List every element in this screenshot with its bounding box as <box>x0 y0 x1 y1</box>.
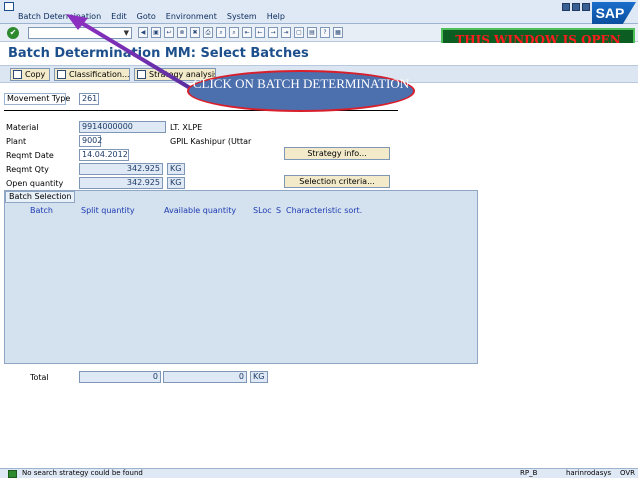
menu-environment[interactable]: Environment <box>166 12 217 21</box>
open-qty-label: Open quantity <box>6 179 64 188</box>
layout-icon[interactable]: ▦ <box>333 27 343 38</box>
minimize-icon[interactable] <box>562 3 570 11</box>
menu-help[interactable]: Help <box>267 12 285 21</box>
title-bar: Batch Determination MM: Select Batches <box>0 43 638 65</box>
movement-type-label: Movement Type <box>4 93 70 105</box>
copy-button[interactable]: Copy <box>10 68 50 81</box>
col-sloc[interactable]: SLoc <box>253 206 272 215</box>
plant-field[interactable]: 9002 <box>79 135 102 147</box>
command-field[interactable]: ▼ <box>28 27 132 39</box>
copy-icon <box>13 70 22 79</box>
open-qty-unit: KG <box>167 177 185 189</box>
menu-bar: Batch Determination Edit Goto Environmen… <box>0 0 638 24</box>
chevron-down-icon: ▼ <box>123 29 129 37</box>
material-label: Material <box>6 123 39 132</box>
sap-logo: SAP <box>592 2 636 24</box>
total-label: Total <box>30 373 49 382</box>
status-user: harinrodasys <box>566 469 612 477</box>
new-session-icon[interactable]: ▢ <box>294 27 304 38</box>
reqmt-qty-label: Reqmt Qty <box>6 165 49 174</box>
help-icon[interactable]: ? <box>320 27 330 38</box>
material-field[interactable]: 9914000000 <box>79 121 166 133</box>
status-system: RP_B <box>520 469 538 477</box>
enter-icon[interactable]: ✔ <box>7 27 19 39</box>
close-icon[interactable] <box>582 3 590 11</box>
window-controls <box>562 3 590 11</box>
find-next-icon[interactable]: ⌕ <box>229 27 239 38</box>
next-page-icon[interactable]: → <box>268 27 278 38</box>
col-available-quantity[interactable]: Available quantity <box>164 206 236 215</box>
print-icon[interactable]: ⎙ <box>203 27 213 38</box>
last-page-icon[interactable]: ⇥ <box>281 27 291 38</box>
classification-icon <box>57 70 66 79</box>
plant-label: Plant <box>6 137 27 146</box>
col-batch[interactable]: Batch <box>30 206 53 215</box>
strategy-info-button[interactable]: Strategy info... <box>284 147 390 160</box>
strategy-icon <box>137 70 146 79</box>
back-icon[interactable]: ↩ <box>164 27 174 38</box>
status-mode: OVR <box>620 469 636 477</box>
prev-icon[interactable]: ◀ <box>138 27 148 38</box>
menu-edit[interactable]: Edit <box>111 12 127 21</box>
movement-type-field: 261 <box>79 93 99 105</box>
open-qty-field: 342.925 <box>79 177 163 189</box>
menu-batch-determination[interactable]: Batch Determination <box>18 12 101 21</box>
maximize-icon[interactable] <box>572 3 580 11</box>
reqmt-date-field[interactable]: 14.04.2012 <box>79 149 129 161</box>
menu-items: Batch Determination Edit Goto Environmen… <box>18 12 285 21</box>
batch-selection-table: Batch Selection Batch Split quantity Ava… <box>4 190 478 364</box>
reqmt-qty-unit: KG <box>167 163 185 175</box>
total-unit: KG <box>250 371 268 383</box>
classification-button[interactable]: Classification... <box>54 68 130 81</box>
selection-criteria-button[interactable]: Selection criteria... <box>284 175 390 188</box>
exit-icon[interactable]: ⊗ <box>177 27 187 38</box>
prev-page-icon[interactable]: ← <box>255 27 265 38</box>
toolbar-icons: ◀ ▣ ↩ ⊗ ✖ ⎙ ⌕ ⌕ ⇤ ← → ⇥ ▢ ▤ ? ▦ <box>138 27 343 38</box>
total-available-field: 0 <box>163 371 247 383</box>
cancel-icon[interactable]: ✖ <box>190 27 200 38</box>
shortcut-icon[interactable]: ▤ <box>307 27 317 38</box>
col-s[interactable]: S <box>276 206 281 215</box>
total-split-field: 0 <box>79 371 161 383</box>
col-characteristic-sort[interactable]: Characteristic sort. <box>286 206 362 215</box>
status-message: No search strategy could be found <box>22 469 143 477</box>
menu-goto[interactable]: Goto <box>137 12 156 21</box>
reqmt-date-label: Reqmt Date <box>6 151 54 160</box>
success-icon <box>8 470 17 478</box>
status-bar: No search strategy could be found RP_B h… <box>0 468 638 478</box>
batch-selection-title: Batch Selection <box>5 191 75 203</box>
save-icon[interactable]: ▣ <box>151 27 161 38</box>
material-desc: LT. XLPE <box>170 123 203 132</box>
menu-system[interactable]: System <box>227 12 257 21</box>
first-page-icon[interactable]: ⇤ <box>242 27 252 38</box>
instruction-callout: CLICK ON BATCH DETERMINATION <box>187 70 415 112</box>
reqmt-qty-field: 342.925 <box>79 163 163 175</box>
system-menu-icon[interactable] <box>4 2 14 11</box>
plant-desc: GPIL Kashipur (Uttar <box>170 137 252 146</box>
find-icon[interactable]: ⌕ <box>216 27 226 38</box>
col-split-quantity[interactable]: Split quantity <box>81 206 135 215</box>
page-title: Batch Determination MM: Select Batches <box>8 46 309 61</box>
